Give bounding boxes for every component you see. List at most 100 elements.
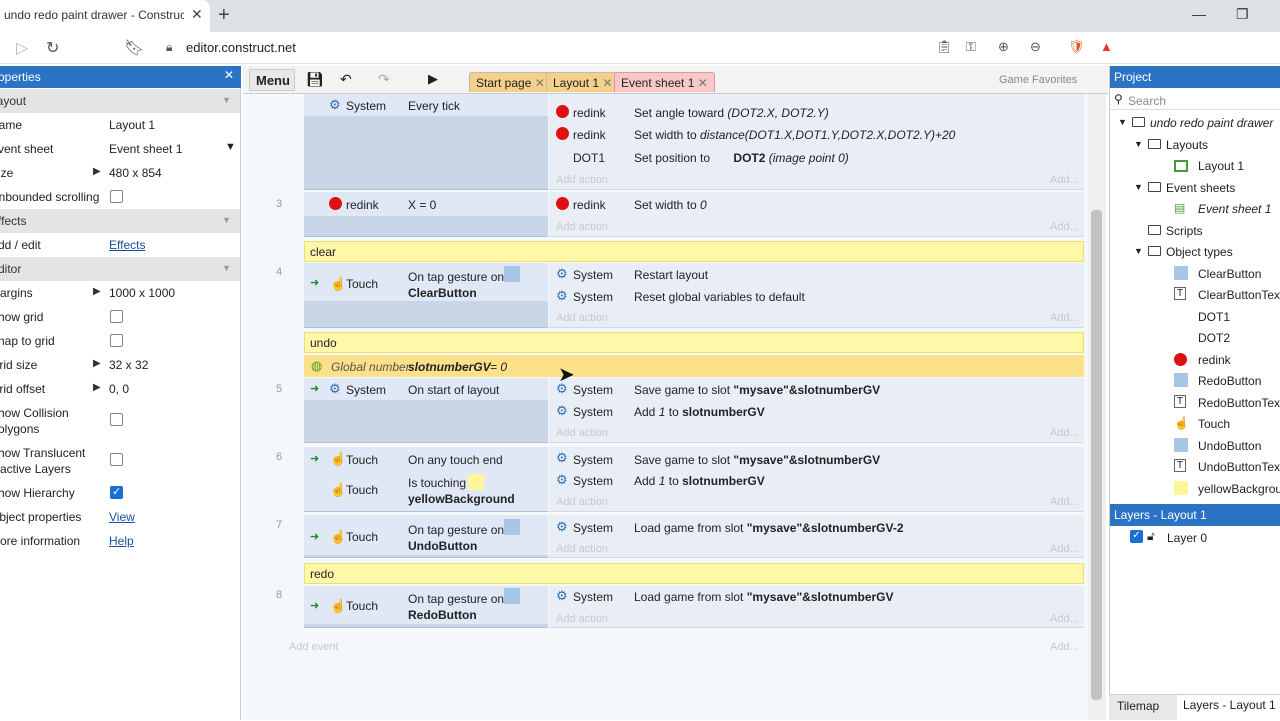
add-action-link[interactable]: Add action (556, 543, 608, 555)
close-icon[interactable]: ✕ (224, 68, 234, 82)
url-text[interactable]: editor.construct.net (186, 40, 296, 55)
key-icon[interactable]: ⚿ (966, 39, 976, 55)
collapse-icon[interactable]: ▼ (222, 215, 231, 225)
expand-icon[interactable]: ▼ (1118, 117, 1127, 127)
property-checkbox[interactable] (110, 310, 123, 323)
action-text[interactable]: Set angle toward (DOT2.X, DOT2.Y) (634, 106, 829, 120)
property-row[interactable]: Layout ▼ (0, 89, 240, 113)
expand-icon[interactable]: ▼ (1134, 139, 1143, 149)
undo-icon[interactable]: ↶ (340, 71, 352, 88)
project-tree-item[interactable]: UndoButton (1110, 435, 1280, 456)
add-link[interactable]: Add... (1050, 427, 1079, 439)
add-link[interactable]: Add... (1050, 613, 1079, 625)
property-checkbox[interactable] (110, 190, 123, 203)
tab-event-sheet-1[interactable]: Event sheet 1 ✕ (614, 72, 715, 92)
brave-shield-icon[interactable]: 🛡︎ (1068, 39, 1085, 55)
collapse-icon[interactable]: ▼ (222, 95, 231, 105)
action-text[interactable]: Set width to 0 (634, 198, 707, 212)
action-text[interactable]: Load game from slot "mysave"&slotnumberG… (634, 590, 894, 604)
property-row[interactable]: Editor ▼ (0, 257, 240, 281)
expand-icon[interactable]: ▼ (1134, 246, 1143, 256)
new-tab-icon[interactable]: + (218, 4, 230, 27)
add-action-link[interactable]: Add action (556, 613, 608, 625)
property-row[interactable]: Effects ▼ (0, 209, 240, 233)
clipboard-icon[interactable]: 📋︎ (936, 39, 953, 55)
project-tree-item[interactable]: ▼ Layouts (1110, 134, 1280, 155)
project-search[interactable]: ⚲ Search (1110, 89, 1280, 110)
project-tree-item[interactable]: ▼ undo redo paint drawer (1110, 112, 1280, 133)
minimize-icon[interactable]: — (1192, 6, 1206, 22)
project-tree-item[interactable]: T ClearButtonText (1110, 284, 1280, 305)
property-link[interactable]: View (109, 510, 135, 524)
reload-icon[interactable]: ↻ (46, 38, 59, 58)
bookmark-icon[interactable]: 🔖︎ (124, 38, 144, 58)
group-redo[interactable]: redo (304, 563, 1084, 584)
zoom-icon[interactable]: ⊖ (1030, 39, 1041, 55)
game-favorites[interactable]: Game Favorites (999, 74, 1077, 86)
menu-button[interactable]: Menu (249, 69, 295, 91)
add-link[interactable]: Add... (1050, 221, 1079, 233)
add-link[interactable]: Add... (1050, 641, 1079, 653)
property-link[interactable]: Effects (109, 238, 145, 252)
rewards-icon[interactable]: ▲ (1100, 39, 1113, 54)
property-checkbox[interactable] (110, 413, 123, 426)
collapse-icon[interactable]: ▼ (222, 263, 231, 273)
project-tree-item[interactable]: Layout 1 (1110, 155, 1280, 176)
action-text[interactable]: Set width to distance(DOT1.X,DOT1.Y,DOT2… (634, 128, 955, 142)
layer-visible-checkbox[interactable]: ✓ (1130, 530, 1143, 543)
action-text[interactable]: Restart layout (634, 268, 708, 282)
add-action-link[interactable]: Add action (556, 427, 608, 439)
install-icon[interactable]: ⊕ (998, 39, 1009, 55)
expand-icon[interactable]: ▼ (1134, 182, 1143, 192)
add-link[interactable]: Add... (1050, 174, 1079, 186)
tab-tilemap[interactable]: Tilemap (1117, 699, 1159, 713)
property-checkbox[interactable] (110, 485, 123, 499)
action-text[interactable]: Add 1 to slotnumberGV (634, 474, 765, 488)
expand-icon[interactable]: ▶ (93, 166, 101, 177)
action-text[interactable]: Save game to slot "mysave"&slotnumberGV (634, 383, 880, 397)
action-text[interactable]: Save game to slot "mysave"&slotnumberGV (634, 453, 880, 467)
property-checkbox[interactable] (110, 334, 123, 347)
add-action-link[interactable]: Add action (556, 221, 608, 233)
redo-icon[interactable]: ↷ (378, 71, 390, 88)
project-tree-item[interactable]: ▤ Event sheet 1 (1110, 198, 1280, 219)
project-tree-item[interactable]: DOT1 (1110, 306, 1280, 327)
property-checkbox[interactable] (110, 453, 123, 466)
project-tree-item[interactable]: redink (1110, 349, 1280, 370)
project-tree-item[interactable]: yellowBackground (1110, 478, 1280, 499)
project-tree-item[interactable]: Scripts (1110, 220, 1280, 241)
project-tree-item[interactable]: T RedoButtonText (1110, 392, 1280, 413)
restore-icon[interactable]: ❐ (1236, 6, 1249, 23)
tab-start-page[interactable]: Start page ✕ (469, 72, 552, 92)
add-link[interactable]: Add... (1050, 543, 1079, 555)
property-value[interactable]: Event sheet 1 (109, 142, 182, 156)
unlock-icon[interactable]: 🔓︎ (1147, 529, 1155, 544)
global-variable-row[interactable]: ◍ Global number slotnumberGV = 0 (304, 355, 1084, 377)
action-text[interactable]: Add 1 to slotnumberGV (634, 405, 765, 419)
group-clear[interactable]: clear (304, 241, 1084, 262)
add-link[interactable]: Add... (1050, 312, 1079, 324)
tab-layers[interactable]: Layers - Layout 1 (1177, 695, 1280, 721)
project-tree-item[interactable]: ☝ Touch (1110, 413, 1280, 434)
tab-layout-1[interactable]: Layout 1 ✕ (546, 72, 620, 92)
event-actions[interactable] (549, 192, 1084, 237)
property-link[interactable]: Help (109, 534, 134, 548)
action-text[interactable]: Set position to DOT2 (image point 0) (634, 151, 849, 165)
project-tree-item[interactable]: T UndoButtonText (1110, 456, 1280, 477)
expand-icon[interactable]: ▶ (93, 382, 101, 393)
project-tree-item[interactable]: ▼ Event sheets (1110, 177, 1280, 198)
add-event-link[interactable]: Add event (289, 641, 339, 653)
close-tab-icon[interactable]: ✕ (191, 6, 203, 23)
project-tree-item[interactable]: RedoButton (1110, 370, 1280, 391)
add-action-link[interactable]: Add action (556, 312, 608, 324)
action-text[interactable]: Reset global variables to default (634, 290, 805, 304)
expand-icon[interactable]: ▶ (93, 358, 101, 369)
play-icon[interactable]: ▶ (428, 71, 438, 87)
project-tree-item[interactable]: DOT2 (1110, 327, 1280, 348)
browser-tab[interactable]: undo redo paint drawer - Construct ✕ (0, 0, 210, 32)
event-actions[interactable] (549, 263, 1084, 328)
layer-row[interactable]: ✓ 🔓︎ Layer 0 (1110, 527, 1280, 548)
add-action-link[interactable]: Add action (556, 174, 608, 186)
save-icon[interactable]: 💾︎ (306, 71, 324, 88)
search-input[interactable]: Search (1128, 94, 1166, 108)
